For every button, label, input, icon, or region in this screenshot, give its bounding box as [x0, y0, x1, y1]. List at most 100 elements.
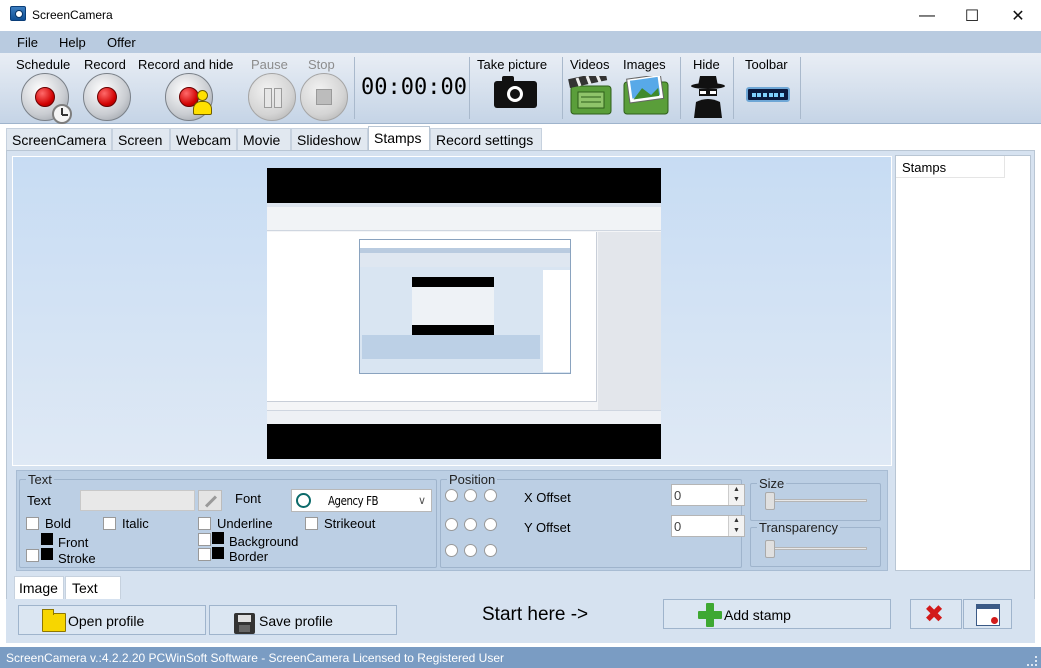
clock-icon — [52, 104, 72, 124]
plus-icon — [698, 603, 722, 627]
stamps-list[interactable]: Stamps — [895, 155, 1031, 571]
title-bar: ScreenCamera — ☐ ✕ — [0, 0, 1041, 31]
size-slider-track[interactable] — [766, 499, 867, 502]
stamp-form-button[interactable] — [963, 599, 1012, 629]
delete-stamp-button[interactable]: ✖ — [910, 599, 962, 629]
border-label: Border — [229, 549, 269, 564]
stamp-text-input[interactable] — [80, 490, 195, 511]
open-profile-button[interactable]: Open profile — [18, 605, 206, 635]
record-and-hide-label: Record and hide — [138, 57, 234, 72]
record-button[interactable] — [83, 73, 131, 121]
minimize-button[interactable]: — — [904, 0, 950, 31]
position-top-left-radio[interactable] — [445, 489, 458, 502]
y-offset-input[interactable]: 0 ▲ ▼ — [671, 515, 745, 537]
underline-checkbox[interactable] — [198, 517, 211, 530]
position-center-radio[interactable] — [464, 518, 477, 531]
size-slider-thumb[interactable] — [765, 492, 775, 510]
bold-checkbox[interactable] — [26, 517, 39, 530]
open-profile-label: Open profile — [68, 613, 145, 629]
toolbar-mode-icon[interactable] — [746, 87, 790, 102]
x-offset-value: 0 — [674, 488, 682, 503]
stamps-list-header: Stamps — [896, 156, 1005, 178]
opentype-font-icon — [296, 493, 311, 508]
tab-stamps[interactable]: Stamps — [368, 126, 430, 150]
front-color-swatch[interactable] — [41, 533, 53, 545]
border-checkbox[interactable] — [198, 548, 211, 561]
preview-screenshot — [267, 203, 661, 424]
italic-label: Italic — [122, 516, 149, 531]
take-picture-label: Take picture — [477, 57, 548, 72]
resize-grip-icon[interactable] — [1027, 656, 1037, 666]
schedule-button[interactable] — [21, 73, 72, 124]
menu-file[interactable]: File — [17, 35, 38, 50]
border-color-swatch[interactable] — [212, 547, 224, 559]
stroke-color-swatch[interactable] — [41, 548, 53, 560]
hide-label: Hide — [693, 57, 720, 72]
tab-slideshow[interactable]: Slideshow — [291, 128, 368, 150]
tab-record-settings[interactable]: Record settings — [430, 128, 542, 150]
add-stamp-button[interactable]: Add stamp — [663, 599, 891, 629]
background-checkbox[interactable] — [198, 533, 211, 546]
menu-help[interactable]: Help — [59, 35, 86, 50]
app-camera-icon — [10, 6, 26, 21]
tab-webcam[interactable]: Webcam — [170, 128, 237, 150]
videos-film-icon[interactable] — [568, 76, 614, 116]
front-label: Front — [58, 535, 89, 550]
stop-icon — [316, 89, 332, 105]
text-group-legend: Text — [28, 472, 52, 487]
spinner-arrows-icon[interactable]: ▲ ▼ — [728, 485, 744, 505]
edit-pencil-icon[interactable] — [198, 490, 222, 511]
record-label: Record — [84, 57, 126, 72]
pause-label: Pause — [251, 57, 288, 72]
menu-offer[interactable]: Offer — [107, 35, 136, 50]
position-bottom-left-radio[interactable] — [445, 544, 458, 557]
form-window-icon — [976, 604, 1000, 626]
position-group-legend: Position — [449, 472, 496, 487]
transparency-slider-thumb[interactable] — [765, 540, 775, 558]
status-text: ScreenCamera v.:4.2.2.20 PCWinSoft Softw… — [6, 651, 504, 665]
record-dot-icon — [35, 87, 55, 107]
subtab-text[interactable]: Text — [65, 576, 121, 600]
background-color-swatch[interactable] — [212, 532, 224, 544]
stroke-checkbox[interactable] — [26, 549, 39, 562]
font-label: Font — [235, 491, 262, 506]
position-bottom-right-radio[interactable] — [484, 544, 497, 557]
hide-spy-icon[interactable] — [690, 74, 726, 118]
spinner-arrows-icon[interactable]: ▲ ▼ — [728, 516, 744, 536]
images-gallery-icon[interactable] — [622, 76, 670, 116]
position-top-center-radio[interactable] — [464, 489, 477, 502]
tab-movie[interactable]: Movie — [237, 128, 291, 150]
toolbar-separator — [733, 57, 734, 119]
maximize-button[interactable]: ☐ — [949, 0, 995, 31]
tab-screencamera[interactable]: ScreenCamera — [6, 128, 112, 150]
pause-button[interactable] — [248, 73, 296, 121]
window-title: ScreenCamera — [32, 8, 113, 22]
strikeout-checkbox[interactable] — [305, 517, 318, 530]
transparency-group-legend: Transparency — [759, 520, 838, 535]
floppy-disk-icon — [234, 613, 255, 634]
save-profile-button[interactable]: Save profile — [209, 605, 397, 635]
stop-button[interactable] — [300, 73, 348, 121]
tab-screen[interactable]: Screen — [112, 128, 170, 150]
position-bottom-center-radio[interactable] — [464, 544, 477, 557]
videos-label: Videos — [570, 57, 610, 72]
x-offset-input[interactable]: 0 ▲ ▼ — [671, 484, 745, 506]
font-select[interactable]: Agency FB ∨ — [291, 489, 432, 512]
text-label: Text — [27, 493, 51, 508]
x-offset-label: X Offset — [524, 490, 571, 505]
transparency-slider-track[interactable] — [766, 547, 867, 550]
italic-checkbox[interactable] — [103, 517, 116, 530]
take-picture-camera-icon[interactable] — [494, 76, 537, 108]
close-button[interactable]: ✕ — [995, 0, 1041, 31]
position-middle-left-radio[interactable] — [445, 518, 458, 531]
start-here-hint: Start here -> — [482, 604, 589, 625]
save-profile-label: Save profile — [259, 613, 333, 629]
position-top-right-radio[interactable] — [484, 489, 497, 502]
record-timer: 00:00:00 — [361, 75, 467, 100]
record-and-hide-button[interactable] — [165, 73, 213, 121]
position-middle-right-radio[interactable] — [484, 518, 497, 531]
background-label: Background — [229, 534, 299, 549]
menu-bar: File Help Offer — [0, 31, 1041, 53]
subtab-image[interactable]: Image — [14, 576, 64, 600]
stroke-label: Stroke — [58, 551, 96, 566]
